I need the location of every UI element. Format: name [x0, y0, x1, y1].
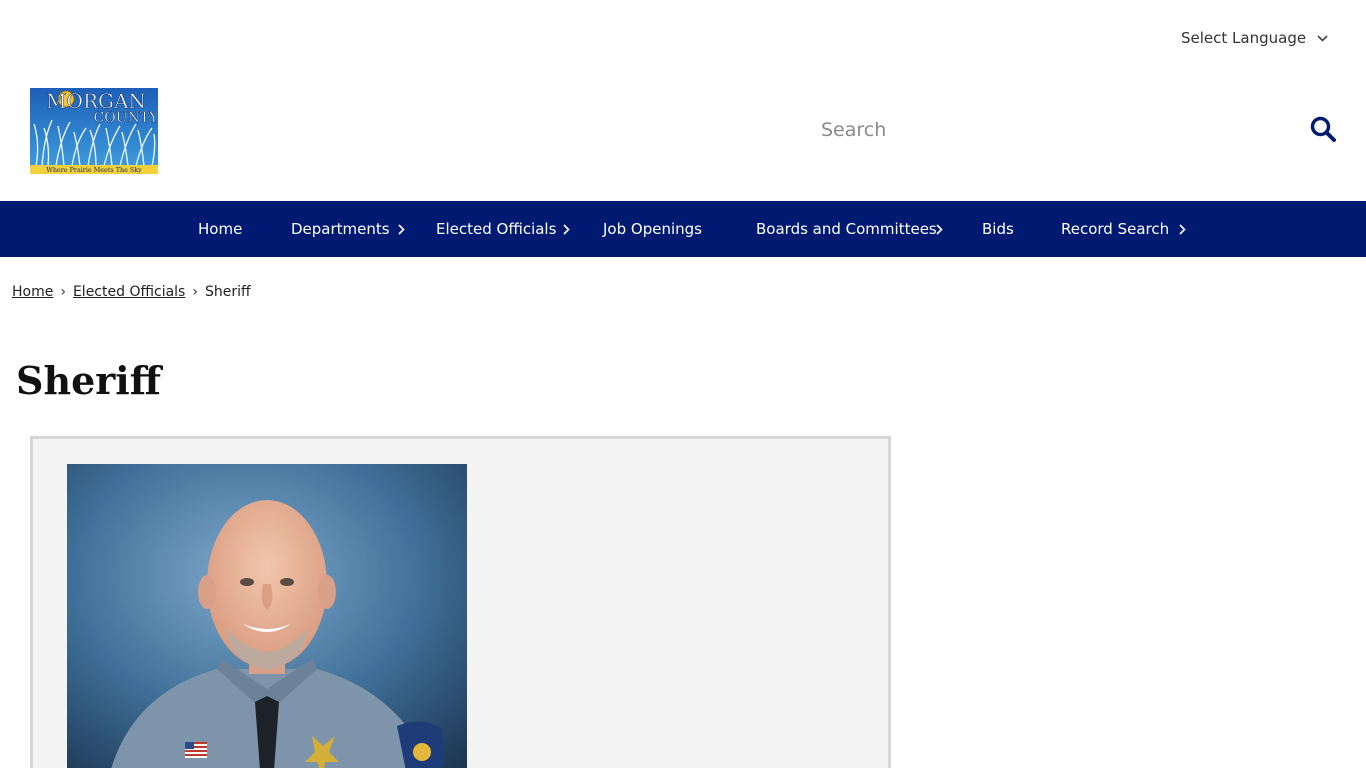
nav-item-label: Boards and Committees [756, 220, 937, 238]
language-selector-label: Select Language [1181, 29, 1307, 47]
chevron-down-icon [1316, 32, 1328, 44]
nav-item-label: Home [198, 220, 243, 238]
breadcrumb-link-home[interactable]: Home [12, 284, 53, 300]
chevron-right-icon [563, 222, 573, 236]
nav-item-bids[interactable]: Bids [982, 201, 1014, 257]
nav-item-label: Record Search [1061, 220, 1170, 238]
search-icon [1310, 116, 1336, 146]
nav-item-home[interactable]: Home [198, 201, 242, 257]
county-logo[interactable]: MORGAN COUNTY Where Prairie Meets The Sk… [30, 88, 158, 174]
nav-item-elected-officials[interactable]: Elected Officials [436, 201, 570, 257]
site-header: MORGAN COUNTY Where Prairie Meets The Sk… [0, 76, 1366, 201]
breadcrumb-current: Sheriff [204, 284, 251, 300]
search-input[interactable] [810, 113, 1280, 147]
nav-item-job-openings[interactable]: Job Openings [603, 201, 702, 257]
breadcrumb-separator: › [192, 284, 198, 300]
official-profile-card [30, 436, 891, 768]
nav-item-label: Elected Officials [436, 220, 557, 238]
breadcrumb-link-elected-officials[interactable]: Elected Officials [73, 284, 185, 300]
page-title: Sheriff [16, 358, 161, 403]
logo-tagline: Where Prairie Meets The Sky [46, 166, 142, 174]
nav-item-boards-and-committees[interactable]: Boards and Committees [756, 201, 943, 257]
sheriff-portrait [67, 464, 467, 768]
main-navigation: Home Departments Elected Officials Job O… [0, 201, 1366, 257]
breadcrumb-separator: › [60, 284, 66, 300]
nav-item-label: Departments [291, 220, 390, 238]
chevron-right-icon [1179, 222, 1189, 236]
top-utility-bar: Select Language [0, 0, 1366, 76]
chevron-right-icon [936, 222, 946, 236]
breadcrumb: Home › Elected Officials › Sheriff [12, 282, 251, 302]
nav-item-record-search[interactable]: Record Search [1061, 201, 1186, 257]
search-button[interactable] [1306, 114, 1340, 148]
logo-title-bottom: COUNTY [94, 110, 158, 126]
nav-item-label: Bids [982, 220, 1014, 238]
nav-item-label: Job Openings [603, 220, 702, 238]
language-selector[interactable]: Select Language [1181, 27, 1328, 49]
nav-item-departments[interactable]: Departments [291, 201, 405, 257]
chevron-right-icon [398, 222, 408, 236]
